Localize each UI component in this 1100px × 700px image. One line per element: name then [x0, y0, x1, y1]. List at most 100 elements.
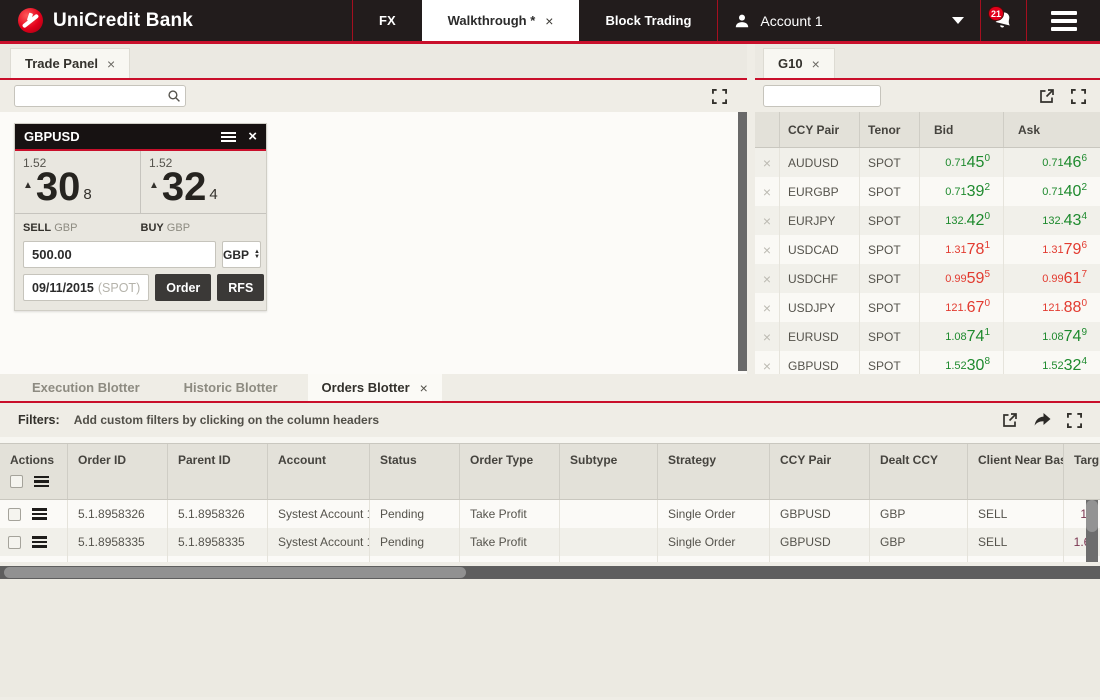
header-dealt-ccy[interactable]: Dealt CCY: [870, 444, 968, 499]
popout-icon[interactable]: [1039, 88, 1055, 104]
header-ccy-pair[interactable]: CCY Pair: [779, 112, 859, 147]
cell-subtype: [560, 528, 658, 556]
g10-toolbar: [755, 80, 1100, 112]
search-input[interactable]: [763, 85, 881, 107]
remove-pair-icon[interactable]: ×: [755, 322, 779, 351]
select-all-checkbox[interactable]: [10, 475, 23, 488]
widget-menu-icon[interactable]: [221, 132, 236, 142]
top-tab-block-trading[interactable]: Block Trading: [579, 0, 717, 41]
remove-pair-icon[interactable]: ×: [755, 206, 779, 235]
notifications-button[interactable]: 21: [980, 0, 1026, 41]
bid-price[interactable]: 1.52308: [919, 351, 1003, 374]
top-tab-walkthrough[interactable]: Walkthrough * ×: [422, 0, 580, 41]
share-icon[interactable]: [1034, 413, 1051, 428]
ask-price[interactable]: 121.880: [1003, 293, 1100, 322]
close-icon[interactable]: ×: [420, 380, 428, 396]
cell-order-type: Take Profit: [460, 556, 560, 562]
header-strategy[interactable]: Strategy: [658, 444, 770, 499]
ask-price[interactable]: 1.52324: [1003, 351, 1100, 374]
brand-name: UniCredit Bank: [53, 10, 193, 32]
tab-trade-panel[interactable]: Trade Panel ×: [10, 48, 130, 78]
filters-bar: Filters: Add custom filters by clicking …: [0, 403, 1100, 437]
header-client-near-base[interactable]: Client Near Bas: [968, 444, 1064, 499]
header-ccy-pair[interactable]: CCY Pair: [770, 444, 870, 499]
tab-orders-blotter[interactable]: Orders Blotter ×: [308, 374, 442, 401]
bid-price[interactable]: 1.08741: [919, 322, 1003, 351]
bid-price[interactable]: 0.71392: [919, 177, 1003, 206]
close-icon[interactable]: ×: [107, 56, 115, 72]
header-account[interactable]: Account: [268, 444, 370, 499]
ask-price[interactable]: 1.31796: [1003, 235, 1100, 264]
top-tab-fx[interactable]: FX: [353, 0, 422, 41]
search-icon[interactable]: [167, 89, 181, 103]
tab-execution-blotter[interactable]: Execution Blotter: [18, 374, 154, 401]
buy-price-tile[interactable]: 1.52 ▲ 32 4: [140, 151, 266, 213]
value-date-input[interactable]: 09/11/2015 (SPOT): [23, 274, 149, 301]
cell-account: Systest Account 1: [268, 528, 370, 556]
main-menu-button[interactable]: [1026, 0, 1100, 41]
account-selector[interactable]: Account 1: [717, 0, 980, 41]
remove-pair-icon[interactable]: ×: [755, 177, 779, 206]
header-parent-id[interactable]: Parent ID: [168, 444, 268, 499]
cell-dealt-ccy: GBP: [870, 528, 968, 556]
horizontal-scrollbar[interactable]: [0, 566, 1100, 579]
row-menu-icon[interactable]: [32, 536, 47, 548]
tenor-cell: SPOT: [859, 351, 919, 374]
header-subtype[interactable]: Subtype: [560, 444, 658, 499]
fullscreen-icon[interactable]: [712, 89, 727, 104]
row-checkbox[interactable]: [8, 536, 21, 549]
ask-price[interactable]: 1.08749: [1003, 322, 1100, 351]
tab-g10[interactable]: G10 ×: [763, 48, 835, 78]
tab-historic-blotter[interactable]: Historic Blotter: [170, 374, 292, 401]
header-bid[interactable]: Bid: [919, 112, 1003, 147]
close-icon[interactable]: ×: [545, 13, 553, 29]
currency-select[interactable]: GBP ▲▼: [222, 241, 261, 268]
bid-price[interactable]: 1.31781: [919, 235, 1003, 264]
row-checkbox[interactable]: [8, 508, 21, 521]
price-up-arrow-icon: ▲: [149, 180, 159, 191]
remove-pair-icon[interactable]: ×: [755, 148, 779, 177]
fullscreen-icon[interactable]: [1067, 413, 1082, 428]
bid-price[interactable]: 132.420: [919, 206, 1003, 235]
amount-input[interactable]: [23, 241, 216, 268]
remove-pair-icon[interactable]: ×: [755, 235, 779, 264]
ask-price[interactable]: 0.71402: [1003, 177, 1100, 206]
scrollbar-thumb[interactable]: [1086, 500, 1098, 532]
bid-price[interactable]: 0.71450: [919, 148, 1003, 177]
vertical-scrollbar[interactable]: [738, 112, 747, 371]
bid-price[interactable]: 121.670: [919, 293, 1003, 322]
bid-price[interactable]: 0.99595: [919, 264, 1003, 293]
blotter-section: Execution Blotter Historic Blotter Order…: [0, 374, 1100, 697]
cell-parent-id: 5.1.8958325: [168, 556, 268, 562]
header-order-type[interactable]: Order Type: [460, 444, 560, 499]
header-target[interactable]: Targ: [1064, 444, 1100, 499]
search-input[interactable]: [14, 85, 186, 107]
header-order-id[interactable]: Order ID: [68, 444, 168, 499]
vertical-scrollbar[interactable]: [1086, 500, 1098, 562]
cell-ccy-pair: GBPUSD: [770, 556, 870, 562]
ask-price[interactable]: 132.434: [1003, 206, 1100, 235]
header-ask[interactable]: Ask: [1003, 112, 1100, 147]
row-menu-icon[interactable]: [32, 508, 47, 520]
order-button[interactable]: Order: [155, 274, 211, 301]
remove-pair-icon[interactable]: ×: [755, 264, 779, 293]
header-status[interactable]: Status: [370, 444, 460, 499]
widget-close-icon[interactable]: ×: [248, 129, 257, 144]
ask-price[interactable]: 0.71466: [1003, 148, 1100, 177]
sell-price-tile[interactable]: 1.52 ▲ 30 8: [15, 151, 140, 213]
header-tenor[interactable]: Tenor: [859, 112, 919, 147]
popout-icon[interactable]: [1002, 412, 1018, 428]
currency-select-value: GBP: [223, 248, 249, 262]
remove-pair-icon[interactable]: ×: [755, 351, 779, 374]
remove-pair-icon[interactable]: ×: [755, 293, 779, 322]
cell-account: Systest Account 1: [268, 556, 370, 562]
scrollbar-thumb[interactable]: [4, 567, 466, 578]
ask-price[interactable]: 0.99617: [1003, 264, 1100, 293]
close-icon[interactable]: ×: [812, 56, 820, 72]
person-icon: [734, 13, 750, 29]
fullscreen-icon[interactable]: [1071, 89, 1086, 104]
rfs-button[interactable]: RFS: [217, 274, 264, 301]
tenor-cell: SPOT: [859, 264, 919, 293]
buy-side-label: BUY GBP: [141, 222, 259, 234]
header-menu-icon[interactable]: [34, 476, 49, 488]
